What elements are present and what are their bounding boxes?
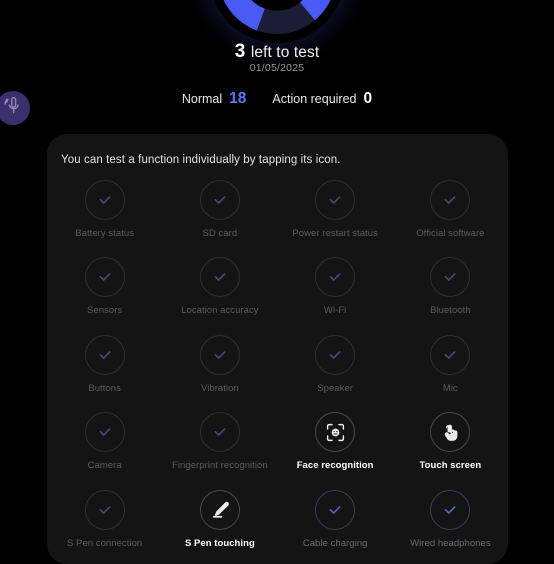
card-hint-text: You can test a function individually by … [61, 154, 341, 166]
function-tile[interactable]: Official software [393, 180, 508, 239]
function-tile-label: Touch screen [419, 460, 482, 472]
function-tile-label: Cable charging [302, 537, 368, 549]
stat-normal: Normal 18 [182, 90, 247, 108]
check-icon[interactable] [315, 180, 356, 220]
function-tile-label: Location accuracy [181, 305, 259, 317]
function-tile[interactable]: Camera [47, 412, 162, 471]
function-tile[interactable]: Sensors [47, 257, 162, 316]
function-tile-label: Bluetooth [430, 305, 471, 317]
function-tile-label: Buttons [88, 382, 121, 394]
function-tile[interactable]: SD card [162, 180, 277, 239]
function-tile-label: Wi-Fi [323, 305, 347, 317]
check-icon[interactable] [84, 489, 125, 530]
function-tile-label: Camera [87, 460, 122, 472]
function-tile[interactable]: Speaker [278, 334, 393, 394]
function-tile-label: Vibration [200, 382, 239, 394]
function-tile[interactable]: Buttons [47, 334, 162, 394]
check-icon[interactable] [199, 257, 240, 298]
function-tile[interactable]: Wired headphones [393, 489, 508, 549]
check-icon[interactable] [430, 489, 471, 530]
test-list-card: You can test a function individually by … [47, 134, 508, 564]
function-tile[interactable]: Vibration [162, 334, 277, 394]
stat-action-required-label: Action required [272, 92, 357, 106]
function-tile[interactable]: Cable charging [278, 489, 393, 549]
stat-normal-label: Normal [181, 92, 223, 106]
function-tile[interactable]: Mic [393, 334, 508, 394]
function-tile[interactable]: Face recognition [278, 412, 393, 471]
stylus-pen-icon[interactable] [199, 489, 240, 530]
function-tile[interactable]: Touch screen [393, 412, 508, 471]
function-tile-label: SD card [202, 228, 238, 239]
function-tile[interactable]: Wi-Fi [278, 257, 393, 316]
page-title: 3 left to test [0, 41, 554, 63]
remaining-label: left to test [246, 44, 320, 61]
stat-normal-value: 18 [229, 90, 247, 107]
function-tile-label: Wired headphones [410, 537, 491, 549]
function-tile[interactable]: S Pen connection [47, 489, 162, 549]
function-tile-label: Fingerprint recognition [172, 460, 268, 472]
test-date: 01/05/2025 [249, 62, 305, 74]
function-tile-label: Face recognition [296, 460, 374, 472]
check-icon[interactable] [315, 257, 356, 298]
function-tile-label: Official software [416, 228, 485, 239]
stat-action-required-value: 0 [363, 90, 373, 107]
microphone-icon [3, 95, 24, 121]
function-tile[interactable]: S Pen touching [162, 489, 277, 549]
check-icon[interactable] [430, 334, 471, 375]
function-tile-grid: Battery status SD card Power restart statu… [47, 180, 508, 549]
progress-ring [218, 0, 336, 34]
check-icon[interactable] [199, 412, 240, 453]
check-icon[interactable] [315, 334, 356, 375]
function-tile-label: Power restart status [292, 228, 378, 239]
check-icon[interactable] [430, 180, 471, 220]
check-icon[interactable] [315, 489, 356, 530]
function-tile[interactable]: Fingerprint recognition [162, 412, 277, 471]
check-icon[interactable] [84, 412, 125, 453]
check-icon[interactable] [430, 257, 471, 298]
function-tile-label: Mic [442, 382, 458, 394]
function-tile[interactable]: Location accuracy [162, 257, 277, 316]
function-tile-label: Sensors [87, 305, 123, 317]
function-tile-label: Battery status [75, 228, 135, 239]
function-tile[interactable]: Bluetooth [393, 257, 508, 316]
tap-hand-icon[interactable] [430, 412, 471, 453]
function-tile-label: S Pen touching [184, 537, 255, 549]
function-tile[interactable]: Power restart status [278, 180, 393, 239]
check-icon[interactable] [84, 257, 125, 298]
function-tile[interactable]: Battery status [47, 180, 162, 239]
check-icon[interactable] [199, 180, 240, 220]
remaining-count: 3 [234, 41, 246, 62]
function-tile-label: S Pen connection [66, 537, 143, 549]
check-icon[interactable] [199, 334, 240, 375]
device-test-screen: 3 left to test 01/05/2025 Normal 18 Acti… [0, 0, 554, 564]
function-tile-label: Speaker [317, 382, 353, 394]
assistant-badge-button[interactable] [0, 91, 30, 125]
stat-action-required: Action required 0 [272, 90, 372, 108]
check-icon[interactable] [84, 334, 125, 375]
face-scan-icon[interactable] [315, 412, 356, 453]
check-icon[interactable] [84, 180, 125, 220]
stats-row: Normal 18 Action required 0 [0, 90, 554, 108]
